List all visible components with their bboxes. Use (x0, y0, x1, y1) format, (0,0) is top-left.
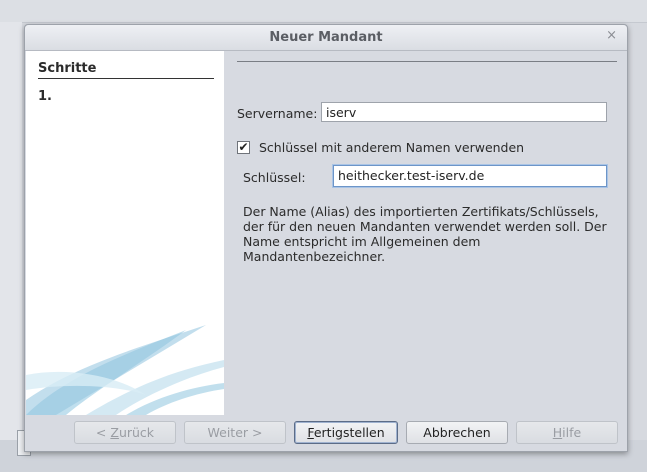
help-button-label: ilfe (562, 425, 582, 440)
key-input[interactable]: heithecker.test-iserv.de (333, 165, 607, 187)
steps-divider (38, 78, 214, 79)
close-icon[interactable]: × (606, 28, 617, 43)
steps-heading: Schritte (38, 61, 97, 76)
back-button-prefix: < (95, 425, 111, 440)
content-divider (237, 61, 617, 62)
finish-button-label: ertigstellen (313, 425, 385, 440)
use-other-name-label[interactable]: Schlüssel mit anderem Namen verwenden (259, 140, 524, 155)
dialog-titlebar[interactable]: Neuer Mandant × (25, 25, 627, 51)
use-other-name-checkbox[interactable]: ✔ (237, 141, 250, 154)
servername-input[interactable]: iserv (321, 102, 607, 122)
help-button-mnemonic: H (552, 425, 563, 440)
content-panel: Servername: iserv ✔ Schlüssel mit andere… (225, 51, 626, 415)
wizard-decoration-image (26, 325, 224, 415)
cancel-button[interactable]: Abbrechen (406, 421, 508, 444)
next-button[interactable]: Weiter > (184, 421, 286, 444)
help-button[interactable]: Hilfe (516, 421, 618, 444)
key-description: Der Name (Alias) des importierten Zertif… (243, 204, 607, 264)
back-button-mnemonic: Z (110, 425, 119, 440)
dialog-title: Neuer Mandant (269, 30, 383, 45)
new-client-dialog: Neuer Mandant × Schritte 1. Servername: … (24, 24, 628, 452)
servername-label: Servername: (237, 106, 318, 121)
step-item: 1. (38, 89, 52, 104)
steps-panel: Schritte 1. (26, 51, 224, 415)
key-label: Schlüssel: (243, 170, 306, 185)
back-button-label: urück (118, 425, 155, 440)
finish-button[interactable]: Fertigstellen (294, 421, 398, 444)
background-window-left (0, 22, 22, 472)
back-button[interactable]: < Zurück (74, 421, 176, 444)
button-bar: < Zurück Weiter > Fertigstellen Abbreche… (25, 415, 627, 451)
background-window-top (0, 0, 647, 23)
